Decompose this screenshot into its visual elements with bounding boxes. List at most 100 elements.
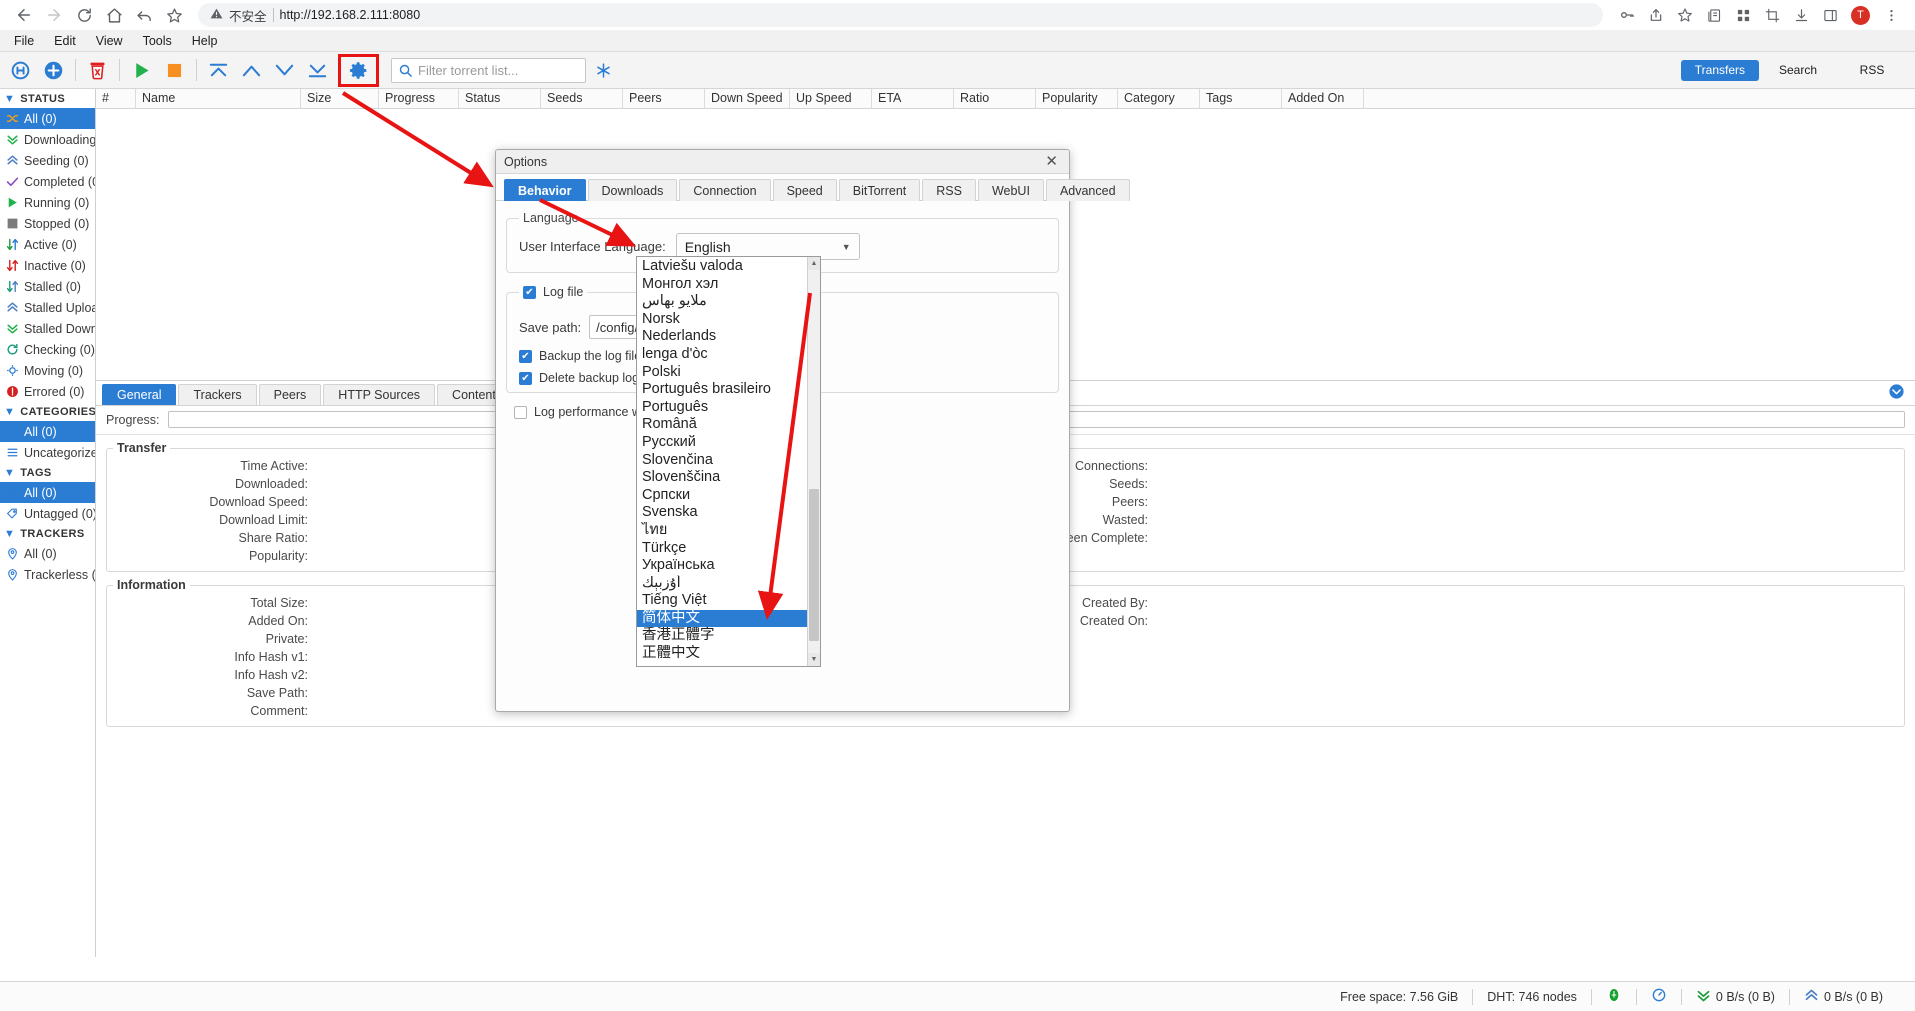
- sidebar-group-status[interactable]: ▼ STATUS: [0, 89, 95, 108]
- language-option[interactable]: Русский: [637, 434, 807, 452]
- log-performance-checkbox[interactable]: [514, 405, 527, 419]
- regex-wand-icon[interactable]: [594, 61, 613, 80]
- tab-connection[interactable]: Connection: [679, 179, 771, 201]
- sidebar-group-categories[interactable]: ▼ CATEGORIES: [0, 402, 95, 421]
- tab-bittorrent[interactable]: BitTorrent: [838, 179, 921, 201]
- language-option[interactable]: Slovenčina: [637, 452, 807, 470]
- add-torrent-link-icon[interactable]: [4, 55, 37, 86]
- column-header-name[interactable]: Name: [136, 89, 301, 108]
- column-header-eta[interactable]: ETA: [872, 89, 954, 108]
- tab-behavior[interactable]: Behavior: [504, 179, 586, 201]
- language-option[interactable]: ملايو بهاس: [637, 293, 807, 311]
- sidebar-item-trackerless[interactable]: Trackerless (0): [0, 564, 95, 585]
- scroll-down-arrow-icon[interactable]: ▼: [808, 653, 820, 666]
- language-dropdown-list[interactable]: Latviešu valoda Монгол хэл ملايو بهاس No…: [636, 256, 821, 667]
- language-option[interactable]: 香港正體字: [637, 627, 807, 645]
- screenshot-crop-icon[interactable]: [1758, 1, 1786, 29]
- sidebar-item-moving[interactable]: Moving (0): [0, 360, 95, 381]
- menu-file[interactable]: File: [4, 32, 44, 50]
- menu-edit[interactable]: Edit: [44, 32, 86, 50]
- backup-logfile-checkbox[interactable]: ✔: [519, 349, 532, 363]
- language-option[interactable]: أۇزبېك: [637, 575, 807, 593]
- language-option[interactable]: Українська: [637, 557, 807, 575]
- column-header-ratio[interactable]: Ratio: [954, 89, 1036, 108]
- tab-downloads[interactable]: Downloads: [587, 179, 678, 201]
- language-option[interactable]: Latviešu valoda: [637, 258, 807, 276]
- extensions-icon[interactable]: [1729, 1, 1757, 29]
- share-icon[interactable]: [1642, 1, 1670, 29]
- tab-rss[interactable]: RSS: [1837, 60, 1907, 81]
- move-bottom-icon[interactable]: [301, 55, 334, 86]
- filter-torrent-input[interactable]: Filter torrent list...: [391, 57, 586, 83]
- home-icon[interactable]: [100, 1, 128, 29]
- column-header-down-speed[interactable]: Down Speed: [705, 89, 790, 108]
- move-down-icon[interactable]: [268, 55, 301, 86]
- sidebar-item-downloading[interactable]: Downloading...: [0, 129, 95, 150]
- column-header-size[interactable]: Size: [301, 89, 379, 108]
- profile-avatar[interactable]: T: [1851, 5, 1870, 25]
- preferences-gear-button[interactable]: [338, 53, 379, 87]
- sidebar-group-trackers[interactable]: ▼ TRACKERS: [0, 524, 95, 543]
- column-header-seeds[interactable]: Seeds: [541, 89, 623, 108]
- language-option[interactable]: Svenska: [637, 504, 807, 522]
- logfile-enable-checkbox[interactable]: ✔: [523, 285, 536, 299]
- dropdown-scrollbar[interactable]: ▲ ▼: [807, 257, 820, 666]
- sidebar-group-tags[interactable]: ▼ TAGS: [0, 463, 95, 482]
- sidebar-item-all-status[interactable]: All (0): [0, 108, 95, 129]
- menu-tools[interactable]: Tools: [133, 32, 182, 50]
- column-header-popularity[interactable]: Popularity: [1036, 89, 1118, 108]
- sidebar-item-checking[interactable]: Checking (0): [0, 339, 95, 360]
- sidebar-item-all-trackers[interactable]: All (0): [0, 543, 95, 564]
- tab-search[interactable]: Search: [1763, 60, 1833, 81]
- reload-icon[interactable]: [70, 1, 98, 29]
- forward-arrow-icon[interactable]: [40, 1, 68, 29]
- speed-limit-cell[interactable]: [1637, 987, 1681, 1006]
- column-header-up-speed[interactable]: Up Speed: [790, 89, 872, 108]
- column-header-category[interactable]: Category: [1118, 89, 1200, 108]
- menu-help[interactable]: Help: [182, 32, 228, 50]
- delete-backup-checkbox[interactable]: ✔: [519, 371, 532, 385]
- sidebar-item-untagged[interactable]: Untagged (0): [0, 503, 95, 524]
- tab-peers[interactable]: Peers: [258, 384, 322, 405]
- move-up-icon[interactable]: [235, 55, 268, 86]
- language-option[interactable]: Српски: [637, 487, 807, 505]
- sidebar-item-inactive[interactable]: Inactive (0): [0, 255, 95, 276]
- move-top-icon[interactable]: [202, 55, 235, 86]
- tab-general[interactable]: General: [102, 384, 177, 405]
- close-icon[interactable]: ✕: [1042, 154, 1061, 169]
- undo-arrow-icon[interactable]: [130, 1, 158, 29]
- sidebar-item-stalled[interactable]: Stalled (0): [0, 276, 95, 297]
- column-header-added-on[interactable]: Added On: [1282, 89, 1364, 108]
- language-option[interactable]: Монгол хэл: [637, 276, 807, 294]
- language-option-selected[interactable]: 简体中文: [637, 609, 807, 628]
- sidebar-item-all-tags[interactable]: All (0): [0, 482, 95, 503]
- column-header-progress[interactable]: Progress: [379, 89, 459, 108]
- tab-rss[interactable]: RSS: [922, 179, 976, 201]
- sidebar-item-active[interactable]: Active (0): [0, 234, 95, 255]
- language-option[interactable]: 正體中文: [637, 645, 807, 663]
- downloads-icon[interactable]: [1787, 1, 1815, 29]
- tab-speed[interactable]: Speed: [772, 179, 837, 201]
- start-torrent-play-icon[interactable]: [125, 55, 158, 86]
- tab-http-sources[interactable]: HTTP Sources: [323, 384, 436, 405]
- sidebar-item-stalled-uploading[interactable]: Stalled Uploa...: [0, 297, 95, 318]
- connection-status-cell[interactable]: [1592, 987, 1636, 1006]
- language-option[interactable]: Tiếng Việt: [637, 592, 807, 610]
- language-option[interactable]: Slovenščina: [637, 469, 807, 487]
- sidebar-item-stalled-downloading[interactable]: Stalled Down...: [0, 318, 95, 339]
- language-option[interactable]: Norsk: [637, 311, 807, 329]
- kebab-menu-icon[interactable]: [1877, 1, 1905, 29]
- bookmark-star-icon[interactable]: [1671, 1, 1699, 29]
- tab-trackers[interactable]: Trackers: [178, 384, 257, 405]
- scrollbar-thumb[interactable]: [809, 489, 819, 641]
- key-icon[interactable]: [1613, 1, 1641, 29]
- address-bar[interactable]: 不安全 http://192.168.2.111:8080: [198, 3, 1603, 27]
- sidebar-item-stopped[interactable]: Stopped (0): [0, 213, 95, 234]
- language-option[interactable]: Türkçe: [637, 540, 807, 558]
- side-panel-icon[interactable]: [1816, 1, 1844, 29]
- column-header-peers[interactable]: Peers: [623, 89, 705, 108]
- sidebar-item-running[interactable]: Running (0): [0, 192, 95, 213]
- column-header-index[interactable]: #: [96, 89, 136, 108]
- language-option[interactable]: ไทย: [637, 522, 807, 540]
- scroll-up-arrow-icon[interactable]: ▲: [808, 257, 820, 270]
